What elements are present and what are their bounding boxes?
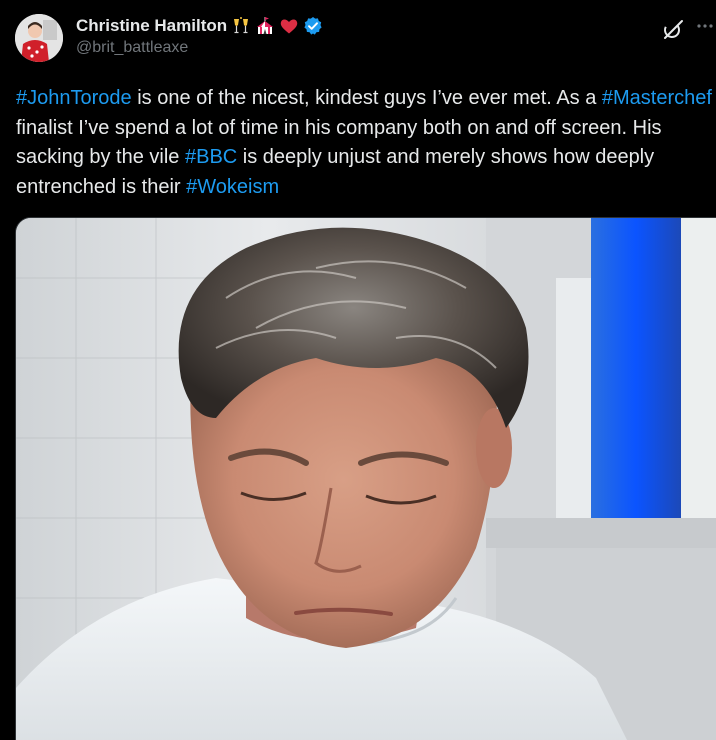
tweet-text-segment: is one of the nicest, kindest guys I’ve … xyxy=(131,87,602,109)
handle[interactable]: @brit_battleaxe xyxy=(76,39,323,57)
display-name[interactable]: Christine Hamilton xyxy=(76,16,227,36)
red-heart-icon xyxy=(279,16,299,36)
author-header: Christine Hamilton @brit_battleaxe xyxy=(76,15,323,57)
grok-icon[interactable] xyxy=(661,18,685,42)
more-dots-icon[interactable] xyxy=(695,14,715,38)
hashtag-link[interactable]: #JohnTorode xyxy=(16,87,132,109)
hashtag-link[interactable]: #Wokeism xyxy=(186,176,279,198)
avatar[interactable] xyxy=(15,14,63,62)
tweet-image[interactable] xyxy=(15,217,716,740)
hashtag-link[interactable]: #BBC xyxy=(185,146,237,168)
verified-badge-icon xyxy=(303,16,323,36)
tweet-text: #JohnTorode is one of the nicest, kindes… xyxy=(16,84,716,202)
tweet: Christine Hamilton @brit_battleaxe #John… xyxy=(0,0,716,740)
circus-tent-icon xyxy=(255,16,275,36)
name-row: Christine Hamilton xyxy=(76,15,323,37)
champagne-icon xyxy=(231,16,251,36)
hashtag-link[interactable]: #Masterchef xyxy=(602,87,712,109)
